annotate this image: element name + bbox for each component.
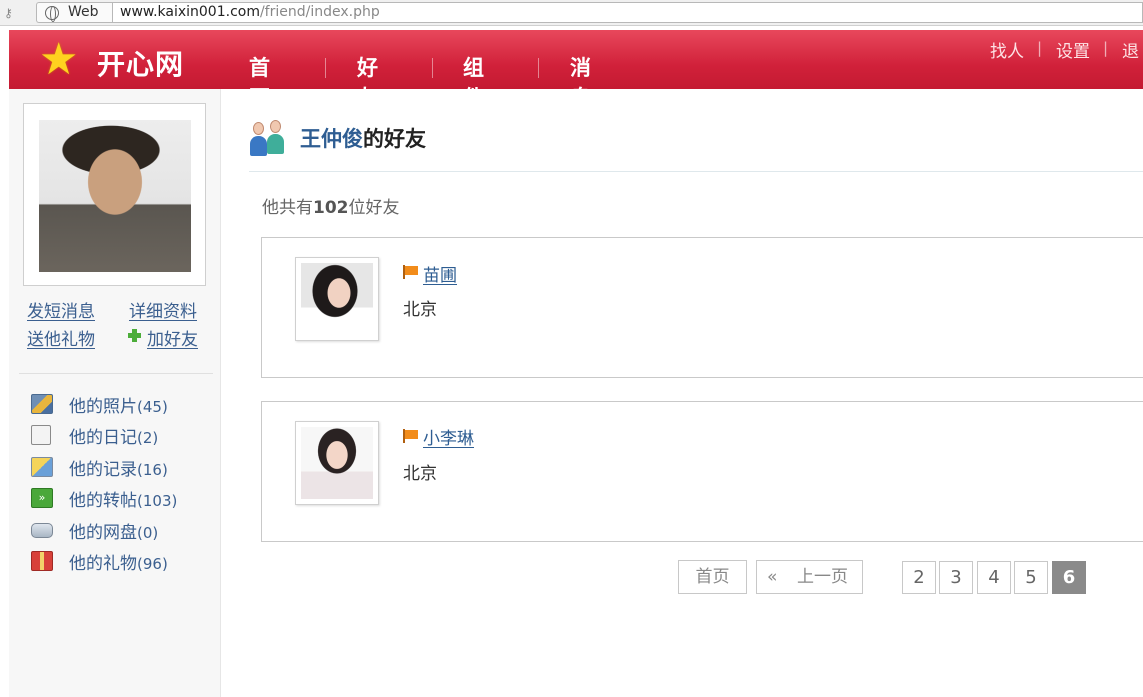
page-6-current: 6	[1052, 561, 1086, 594]
mode-label: Web	[68, 4, 99, 20]
friends-icon	[250, 120, 288, 156]
first-page-button[interactable]: 首页	[678, 560, 747, 594]
nav-messages[interactable]: 消息	[570, 52, 591, 112]
profile-details-link[interactable]: 详细资料	[129, 297, 197, 322]
sidebar-item-diary[interactable]: 他的日记(2)	[31, 423, 216, 448]
netdisk-icon	[31, 523, 53, 538]
page-title: 王仲俊的好友	[300, 123, 426, 153]
sidebar-item-reposts[interactable]: » 他的转帖(103)	[31, 486, 216, 511]
page-3-button[interactable]: 3	[939, 561, 973, 594]
friend-photo	[301, 427, 373, 499]
site-logo[interactable]: ★ 开心网	[39, 36, 199, 84]
key-icon: ⚷	[4, 6, 13, 20]
url-input[interactable]: www.kaixin001.com/friend/index.php	[112, 2, 1143, 23]
prev-page-label: 上一页	[797, 567, 848, 587]
page-5-button[interactable]: 5	[1014, 561, 1048, 594]
repost-icon: »	[31, 488, 53, 508]
record-icon	[31, 457, 53, 477]
profile-sidebar: 发短消息 详细资料 送他礼物 加好友 他的照片(45) 他的日记(2) 他的记录…	[9, 89, 221, 697]
menu-label: 他的日记	[69, 428, 137, 448]
sidebar-divider	[19, 373, 213, 374]
menu-label: 他的记录	[69, 460, 137, 480]
nav-friends[interactable]: 好友	[357, 52, 378, 112]
menu-count: (2)	[137, 429, 159, 447]
url-path: /friend/index.php	[259, 4, 380, 20]
nav-separator	[538, 58, 539, 78]
plus-icon	[128, 329, 141, 342]
globe-icon	[45, 6, 59, 22]
logout-link[interactable]: 退	[1122, 37, 1139, 62]
title-divider	[249, 171, 1143, 172]
page-2-button[interactable]: 2	[902, 561, 936, 594]
settings-link[interactable]: 设置	[1056, 37, 1090, 62]
nav-apps[interactable]: 组件	[463, 52, 484, 112]
count-prefix: 他共有	[262, 198, 313, 218]
chevron-left-icon: «	[767, 567, 778, 587]
nav-separator	[432, 58, 433, 78]
site-info-button[interactable]: Web	[36, 2, 112, 23]
nav-separator	[325, 58, 326, 78]
title-suffix: 的好友	[363, 127, 426, 151]
friend-card: 小李琳 北京	[261, 401, 1143, 542]
sidebar-item-records[interactable]: 他的记录(16)	[31, 455, 216, 480]
sidebar-item-netdisk[interactable]: 他的网盘(0)	[31, 518, 216, 543]
flag-icon	[403, 429, 418, 443]
address-bar: ⚷ Web www.kaixin001.com/friend/index.php	[0, 0, 1143, 26]
friend-name-link[interactable]: 苗圃	[423, 261, 457, 286]
site-header: ★ 开心网 首页 好友 组件 消息 找人 | 设置 | 退	[9, 30, 1143, 110]
friend-city: 北京	[403, 464, 437, 484]
flag-icon	[403, 265, 418, 279]
gift-icon	[31, 551, 53, 571]
nav-home[interactable]: 首页	[249, 52, 270, 112]
star-logo-icon: ★	[39, 34, 79, 85]
send-message-link[interactable]: 发短消息	[27, 297, 95, 322]
menu-count: (0)	[137, 524, 159, 542]
add-friend-link[interactable]: 加好友	[147, 325, 198, 350]
friend-city: 北京	[403, 300, 437, 320]
menu-label: 他的照片	[69, 397, 137, 417]
find-people-link[interactable]: 找人	[990, 37, 1024, 62]
send-gift-link[interactable]: 送他礼物	[27, 325, 95, 350]
friend-name-link[interactable]: 小李琳	[423, 424, 474, 449]
menu-count: (103)	[137, 492, 178, 510]
menu-count: (96)	[137, 555, 168, 573]
count-value: 102	[313, 198, 349, 218]
menu-label: 他的礼物	[69, 554, 137, 574]
friend-avatar[interactable]	[295, 257, 379, 341]
count-suffix: 位好友	[348, 198, 400, 218]
menu-count: (45)	[137, 398, 168, 416]
sidebar-item-photos[interactable]: 他的照片(45)	[31, 392, 216, 417]
photo-icon	[31, 394, 53, 414]
menu-count: (16)	[137, 461, 168, 479]
avatar-photo	[39, 120, 191, 272]
owner-name[interactable]: 王仲俊	[300, 127, 363, 151]
menu-label: 他的转帖	[69, 491, 137, 511]
logo-text: 开心网	[97, 48, 185, 81]
avatar[interactable]	[23, 103, 206, 286]
link-separator: |	[1103, 39, 1109, 57]
prev-page-button[interactable]: « 上一页	[756, 560, 863, 594]
page-4-button[interactable]: 4	[977, 561, 1011, 594]
friend-count: 他共有102位好友	[262, 193, 400, 218]
menu-label: 他的网盘	[69, 523, 137, 543]
friend-avatar[interactable]	[295, 421, 379, 505]
link-separator: |	[1037, 39, 1043, 57]
friend-photo	[301, 263, 373, 335]
friend-card: 苗圃 北京	[261, 237, 1143, 378]
sidebar-item-gifts[interactable]: 他的礼物(96)	[31, 549, 216, 574]
url-host: www.kaixin001.com	[120, 4, 260, 20]
diary-icon	[31, 425, 51, 445]
